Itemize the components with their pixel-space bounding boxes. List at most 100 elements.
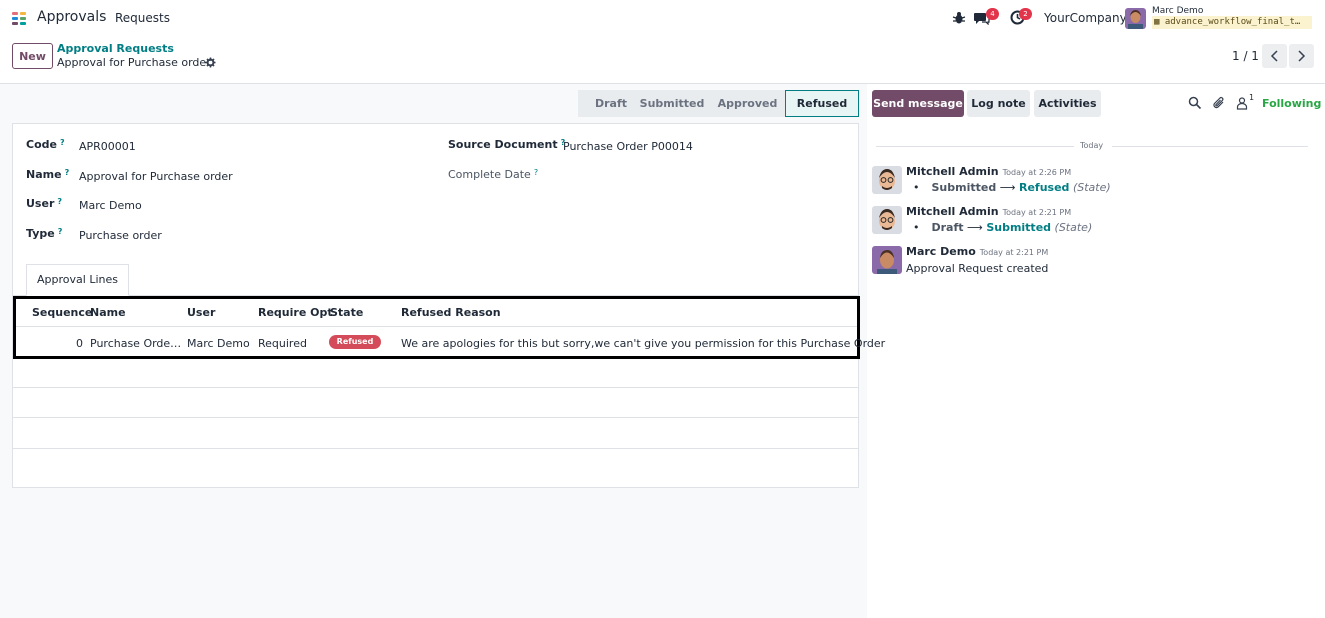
message-author-name[interactable]: Marc Demo: [906, 245, 976, 258]
name-help-icon[interactable]: ?: [65, 168, 70, 177]
database-label: advance_workflow_final_t…: [1164, 17, 1301, 27]
avatar[interactable]: [872, 166, 902, 194]
user-value[interactable]: Marc Demo: [79, 199, 142, 212]
cell-sequence[interactable]: 0: [76, 337, 83, 350]
menu-requests[interactable]: Requests: [115, 11, 170, 25]
user-avatar[interactable]: [1125, 8, 1146, 29]
source-document-label: Source Document?: [448, 138, 565, 151]
code-label: Code?: [26, 138, 65, 151]
status-approved[interactable]: Approved: [710, 90, 785, 117]
name-value[interactable]: Approval for Purchase order: [79, 170, 233, 183]
arrow-right-icon: ⟶: [999, 181, 1016, 194]
state-refused-badge: Refused: [329, 335, 381, 349]
column-state[interactable]: State: [330, 306, 363, 319]
user-name[interactable]: Marc Demo: [1152, 6, 1203, 16]
database-name: ▦ advance_workflow_final_t…: [1152, 16, 1312, 29]
message-time: Today at 2:21 PM: [1002, 208, 1072, 217]
column-require-opt[interactable]: Require Opt: [258, 306, 333, 319]
following-button[interactable]: Following: [1262, 97, 1321, 110]
debug-bug-icon[interactable]: [952, 11, 966, 25]
pager-value: 1 / 1: [1232, 49, 1259, 63]
followers-icon[interactable]: [1235, 96, 1249, 110]
new-button[interactable]: New: [12, 43, 53, 69]
avatar[interactable]: [872, 246, 902, 274]
approval-lines-table: Sequence Name User Require Opt State Ref…: [13, 296, 885, 359]
type-label: Type?: [26, 227, 62, 240]
user-label-text: User: [26, 197, 55, 210]
code-label-text: Code: [26, 138, 57, 151]
empty-row-divider: [13, 448, 858, 449]
tracking-old-value: Submitted: [931, 181, 997, 194]
message-body: Approval Request created: [906, 262, 1049, 275]
day-divider-left: [876, 146, 1074, 147]
send-message-button[interactable]: Send message: [872, 90, 964, 117]
paperclip-icon[interactable]: [1212, 96, 1226, 110]
cell-require-opt[interactable]: Required: [258, 337, 307, 350]
tab-approval-lines[interactable]: Approval Lines: [26, 264, 129, 296]
cell-name[interactable]: Purchase Orde…: [90, 337, 181, 350]
search-icon[interactable]: [1188, 96, 1202, 110]
status-refused[interactable]: Refused: [785, 90, 859, 117]
name-label: Name?: [26, 168, 69, 181]
status-draft[interactable]: Draft: [578, 90, 634, 117]
breadcrumb-current: Approval for Purchase order: [57, 56, 211, 69]
message-time: Today at 2:21 PM: [979, 248, 1049, 257]
message-tracking: • Submitted ⟶ Refused (State): [913, 181, 1111, 194]
code-value[interactable]: APR00001: [79, 140, 136, 153]
day-divider-right: [1112, 146, 1308, 147]
source-document-value[interactable]: Purchase Order P00014: [563, 140, 693, 153]
message-author: Mitchell Admin Today at 2:26 PM: [906, 165, 1071, 178]
breadcrumb-parent[interactable]: Approval Requests: [57, 42, 174, 55]
message-tracking: • Draft ⟶ Submitted (State): [913, 221, 1093, 234]
log-note-button[interactable]: Log note: [967, 90, 1030, 117]
pager-next-button[interactable]: [1289, 44, 1314, 68]
user-help-icon[interactable]: ?: [57, 197, 62, 206]
tracking-field: (State): [1054, 221, 1093, 234]
control-panel: New Approval Requests Approval for Purch…: [0, 36, 1325, 84]
messages-badge: 4: [986, 8, 999, 20]
apps-menu-icon[interactable]: [11, 10, 27, 26]
message-time: Today at 2:26 PM: [1002, 168, 1072, 177]
complete-date-help-icon[interactable]: ?: [534, 168, 538, 177]
user-label: User?: [26, 197, 62, 210]
followers-count: 1: [1249, 93, 1255, 102]
company-switcher[interactable]: YourCompany: [1044, 11, 1127, 25]
message-author-name[interactable]: Mitchell Admin: [906, 205, 999, 218]
type-label-text: Type: [26, 227, 55, 240]
source-document-label-text: Source Document: [448, 138, 558, 151]
tracking-field: (State): [1072, 181, 1111, 194]
database-icon: ▦: [1154, 17, 1160, 27]
complete-date-label: Complete Date?: [448, 168, 538, 181]
gear-icon[interactable]: [205, 57, 216, 68]
type-value[interactable]: Purchase order: [79, 229, 162, 242]
empty-row-divider: [13, 387, 858, 388]
type-help-icon[interactable]: ?: [58, 227, 63, 236]
app-name[interactable]: Approvals: [37, 9, 106, 25]
activities-button[interactable]: Activities: [1034, 90, 1101, 117]
day-label: Today: [1080, 141, 1104, 150]
arrow-right-icon: ⟶: [967, 221, 983, 234]
column-refused-reason[interactable]: Refused Reason: [401, 306, 501, 319]
complete-date-label-text: Complete Date: [448, 168, 531, 181]
message-author: Marc Demo Today at 2:21 PM: [906, 245, 1048, 258]
column-user[interactable]: User: [187, 306, 215, 319]
column-sequence[interactable]: Sequence: [32, 306, 92, 319]
message-author-name[interactable]: Mitchell Admin: [906, 165, 999, 178]
empty-row-divider: [13, 417, 858, 418]
chevron-left-icon: [1270, 50, 1278, 62]
header-divider: [16, 326, 857, 327]
pager-previous-button[interactable]: [1262, 44, 1287, 68]
avatar[interactable]: [872, 206, 902, 234]
name-label-text: Name: [26, 168, 62, 181]
tracking-new-value: Refused: [1019, 181, 1070, 194]
cell-refused-reason[interactable]: We are apologies for this but sorry,we c…: [401, 337, 885, 350]
status-submitted[interactable]: Submitted: [634, 90, 710, 117]
activities-badge: 2: [1019, 8, 1032, 20]
chevron-right-icon: [1298, 50, 1306, 62]
tracking-old-value: Draft: [931, 221, 964, 234]
top-navbar: Approvals Requests 4 2 YourCompany Marc …: [0, 0, 1325, 36]
column-name[interactable]: Name: [90, 306, 126, 319]
code-help-icon[interactable]: ?: [60, 138, 65, 147]
cell-user[interactable]: Marc Demo: [187, 337, 250, 350]
tracking-new-value: Submitted: [986, 221, 1052, 234]
